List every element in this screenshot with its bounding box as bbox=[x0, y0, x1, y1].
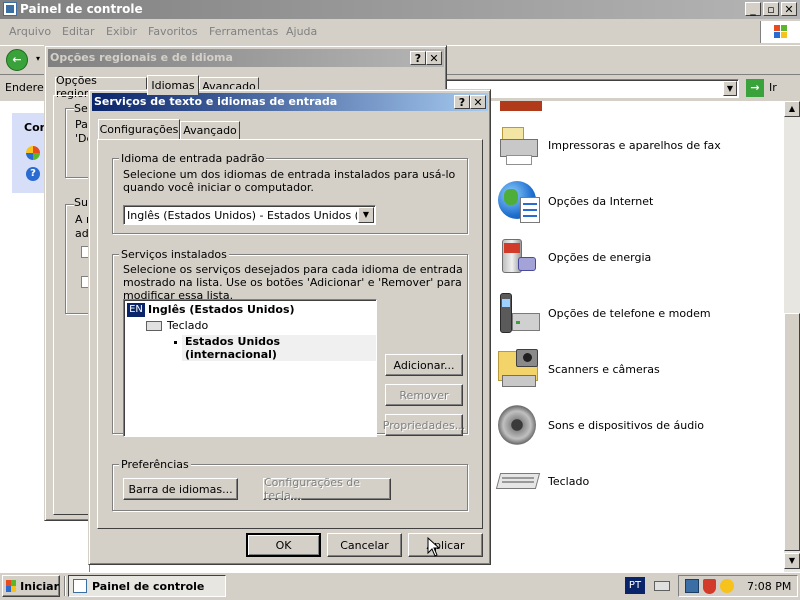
tab-settings[interactable]: Configurações bbox=[98, 119, 180, 139]
text-services-help-button[interactable]: ? bbox=[454, 95, 470, 109]
network-icon[interactable] bbox=[685, 579, 699, 593]
phone-modem-icon bbox=[496, 291, 542, 337]
installed-services-description: Selecione os serviços desejados para cad… bbox=[123, 263, 463, 302]
regional-close-button[interactable]: ✕ bbox=[426, 51, 442, 65]
item-phone-modem[interactable]: Opções de telefone e modem bbox=[496, 291, 786, 341]
minimize-button[interactable]: _ bbox=[745, 2, 761, 16]
printer-icon bbox=[496, 123, 542, 169]
text-services-title: Serviços de texto e idiomas de entrada bbox=[94, 95, 338, 108]
regional-help-button[interactable]: ? bbox=[410, 51, 426, 65]
menu-favoritos[interactable]: Favoritos bbox=[148, 25, 198, 38]
regional-fragment: Pa bbox=[75, 118, 88, 131]
start-button[interactable]: Iniciar bbox=[2, 575, 60, 597]
item-label: Sons e dispositivos de áudio bbox=[548, 419, 705, 432]
go-arrow-icon[interactable]: → bbox=[746, 79, 764, 97]
main-window-title: Painel de controle bbox=[20, 2, 143, 16]
main-title-bar[interactable]: Painel de controle _ ▫ ✕ bbox=[0, 0, 800, 19]
remove-button[interactable]: Remover bbox=[385, 384, 463, 406]
cancel-button[interactable]: Cancelar bbox=[327, 533, 402, 557]
default-language-value: Inglês (Estados Unidos) - Estados Unidos… bbox=[127, 209, 357, 222]
keyboard-tray-icon[interactable] bbox=[654, 581, 670, 591]
regional-title: Opções regionais e de idioma bbox=[50, 51, 233, 64]
tab-languages[interactable]: Idiomas bbox=[147, 75, 199, 95]
item-label: Opções de energia bbox=[548, 251, 652, 264]
chevron-down-icon[interactable]: ▼ bbox=[358, 207, 374, 223]
item-label: Scanners e câmeras bbox=[548, 363, 660, 376]
menu-ferramentas[interactable]: Ferramentas bbox=[209, 25, 278, 38]
taskbar-task-button[interactable]: Painel de controle bbox=[68, 575, 226, 597]
text-services-close-button[interactable]: ✕ bbox=[470, 95, 486, 109]
sound-icon bbox=[496, 403, 542, 449]
control-panel-icon bbox=[73, 579, 87, 593]
item-label: Opções da Internet bbox=[548, 195, 654, 208]
control-panel-icon bbox=[3, 2, 17, 16]
scanner-camera-icon bbox=[496, 347, 542, 393]
key-settings-button[interactable]: Configurações de tecla... bbox=[263, 476, 391, 502]
add-button[interactable]: Adicionar... bbox=[385, 354, 463, 376]
switch-view-icon[interactable] bbox=[26, 146, 40, 160]
regional-fragment: Su bbox=[74, 196, 88, 209]
item-label: Opções de telefone e modem bbox=[548, 307, 711, 320]
preferences-group-label: Preferências bbox=[119, 458, 191, 471]
windows-logo-icon bbox=[6, 580, 17, 592]
regional-title-bar[interactable]: Opções regionais e de idioma ? ✕ bbox=[48, 49, 444, 67]
menu-bar: Arquivo Editar Exibir Favoritos Ferramen… bbox=[0, 21, 800, 43]
back-icon[interactable]: ← bbox=[6, 49, 28, 71]
properties-button[interactable]: Propriedades... bbox=[383, 414, 465, 436]
installed-services-group-label: Serviços instalados bbox=[119, 248, 229, 261]
installed-services-tree[interactable]: EN Inglês (Estados Unidos) Teclado Estad… bbox=[123, 299, 377, 437]
menu-arquivo[interactable]: Arquivo bbox=[9, 25, 51, 38]
item-power-options[interactable]: Opções de energia bbox=[496, 235, 786, 285]
mouse-cursor-icon bbox=[427, 537, 441, 557]
windows-logo-icon bbox=[760, 21, 800, 43]
restore-button[interactable]: ▫ bbox=[763, 2, 779, 16]
tree-bullet-icon bbox=[174, 341, 177, 344]
partial-item-icon bbox=[500, 101, 542, 111]
text-services-title-bar[interactable]: Serviços de texto e idiomas de entrada ?… bbox=[92, 93, 488, 111]
updates-icon[interactable] bbox=[720, 579, 734, 593]
clock[interactable]: 7:08 PM bbox=[747, 580, 791, 593]
item-internet-options[interactable]: Opções da Internet bbox=[496, 179, 786, 229]
default-language-description: Selecione um dos idiomas de entrada inst… bbox=[123, 168, 456, 194]
menu-editar[interactable]: Editar bbox=[62, 25, 95, 38]
security-shield-icon[interactable] bbox=[703, 579, 716, 594]
internet-options-icon bbox=[496, 179, 542, 225]
taskbar-separator bbox=[64, 576, 66, 596]
address-dropdown-icon[interactable]: ▼ bbox=[723, 81, 737, 96]
item-keyboard[interactable]: Teclado bbox=[495, 459, 786, 509]
vertical-scrollbar[interactable]: ▲ ▼ bbox=[784, 101, 800, 572]
go-label[interactable]: Ir bbox=[769, 81, 777, 94]
text-services-dialog: Serviços de texto e idiomas de entrada ?… bbox=[88, 89, 491, 565]
language-bar-button[interactable]: Barra de idiomas... bbox=[123, 478, 238, 500]
ok-button[interactable]: OK bbox=[246, 533, 321, 557]
keyboard-icon bbox=[146, 321, 162, 331]
language-indicator[interactable]: PT bbox=[625, 577, 645, 594]
item-label: Teclado bbox=[548, 475, 590, 488]
menu-exibir[interactable]: Exibir bbox=[106, 25, 137, 38]
scroll-thumb[interactable] bbox=[784, 313, 800, 551]
back-dropdown-icon[interactable]: ▾ bbox=[36, 54, 40, 63]
tree-category[interactable]: Teclado bbox=[167, 319, 208, 332]
tab-advanced[interactable]: Avançado bbox=[180, 121, 240, 139]
keyboard-icon bbox=[495, 459, 542, 505]
scroll-down-button[interactable]: ▼ bbox=[784, 553, 800, 569]
language-badge: EN bbox=[127, 303, 145, 317]
taskbar: Iniciar Painel de controle PT 7:08 PM bbox=[0, 572, 800, 600]
default-language-group-label: Idioma de entrada padrão bbox=[119, 152, 267, 165]
menu-ajuda[interactable]: Ajuda bbox=[286, 25, 317, 38]
tree-layout[interactable]: Estados Unidos (internacional) bbox=[182, 335, 376, 361]
system-tray: 7:08 PM bbox=[678, 575, 798, 597]
item-printers[interactable]: Impressoras e aparelhos de fax bbox=[496, 123, 786, 173]
default-language-select[interactable]: Inglês (Estados Unidos) - Estados Unidos… bbox=[123, 205, 376, 225]
power-options-icon bbox=[496, 235, 542, 281]
close-button[interactable]: ✕ bbox=[781, 2, 797, 16]
regional-fragment: Se bbox=[74, 102, 88, 115]
scroll-up-button[interactable]: ▲ bbox=[784, 101, 800, 117]
tree-language[interactable]: Inglês (Estados Unidos) bbox=[148, 303, 295, 316]
item-label: Impressoras e aparelhos de fax bbox=[548, 139, 721, 152]
item-scanners-cameras[interactable]: Scanners e câmeras bbox=[496, 347, 786, 397]
item-sounds[interactable]: Sons e dispositivos de áudio bbox=[496, 403, 786, 453]
apply-button[interactable]: Aplicar bbox=[408, 533, 483, 557]
help-icon[interactable]: ? bbox=[26, 167, 40, 181]
